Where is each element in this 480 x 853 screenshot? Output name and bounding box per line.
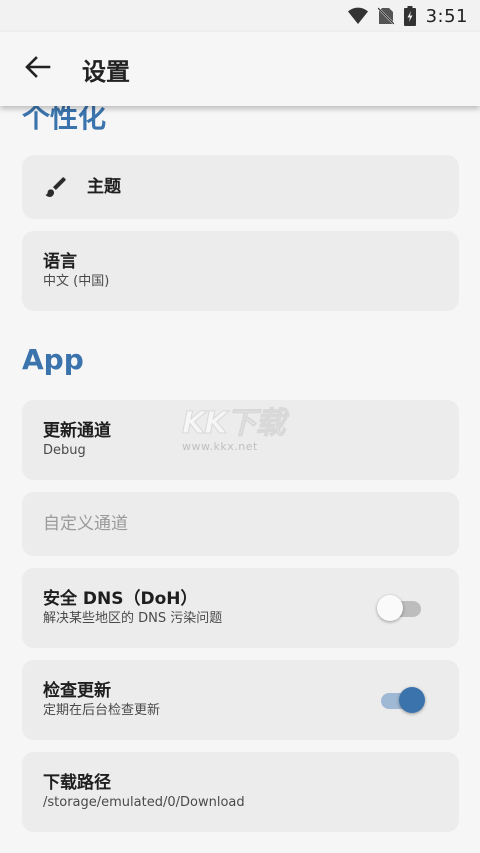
- back-button[interactable]: [16, 47, 60, 91]
- wifi-icon: [347, 7, 368, 25]
- check-updates-label: 检查更新: [43, 681, 111, 701]
- arrow-left-icon: [25, 56, 51, 82]
- custom-channel-label: 自定义通道: [43, 514, 128, 534]
- language-setting[interactable]: 语言 中文 (中国): [22, 231, 459, 311]
- download-path-label: 下载路径: [43, 773, 111, 793]
- download-path-setting[interactable]: 下载路径 /storage/emulated/0/Download: [22, 752, 459, 832]
- paintbrush-icon: [43, 174, 71, 200]
- battery-charging-icon: [403, 6, 416, 26]
- secure-dns-subtitle: 解决某些地区的 DNS 污染问题: [43, 611, 223, 626]
- page-title: 设置: [82, 57, 130, 86]
- theme-setting[interactable]: 主题: [22, 155, 459, 219]
- download-path-value: /storage/emulated/0/Download: [43, 795, 245, 810]
- app-bar: 设置: [0, 32, 480, 106]
- check-updates-subtitle: 定期在后台检查更新: [43, 703, 161, 718]
- update-channel-value: Debug: [43, 443, 86, 458]
- no-sim-icon: [377, 7, 394, 25]
- settings-content: 个性化 主题 语言 中文 (中国) App 更新通道 Debug 自定义通道 安…: [0, 0, 480, 853]
- theme-label: 主题: [87, 177, 121, 197]
- status-time: 3:51: [425, 5, 468, 27]
- secure-dns-toggle[interactable]: [377, 594, 423, 622]
- check-updates-setting[interactable]: 检查更新 定期在后台检查更新: [22, 660, 459, 740]
- custom-channel-setting: 自定义通道: [22, 492, 459, 556]
- secure-dns-setting[interactable]: 安全 DNS（DoH） 解决某些地区的 DNS 污染问题: [22, 568, 459, 648]
- status-bar: 3:51: [0, 0, 480, 32]
- update-channel-label: 更新通道: [43, 421, 111, 441]
- language-label: 语言: [43, 252, 77, 272]
- section-title-app: App: [22, 343, 84, 376]
- language-value: 中文 (中国): [43, 274, 110, 289]
- secure-dns-label: 安全 DNS（DoH）: [43, 589, 198, 609]
- check-updates-toggle[interactable]: [377, 686, 425, 714]
- update-channel-setting[interactable]: 更新通道 Debug: [22, 400, 459, 480]
